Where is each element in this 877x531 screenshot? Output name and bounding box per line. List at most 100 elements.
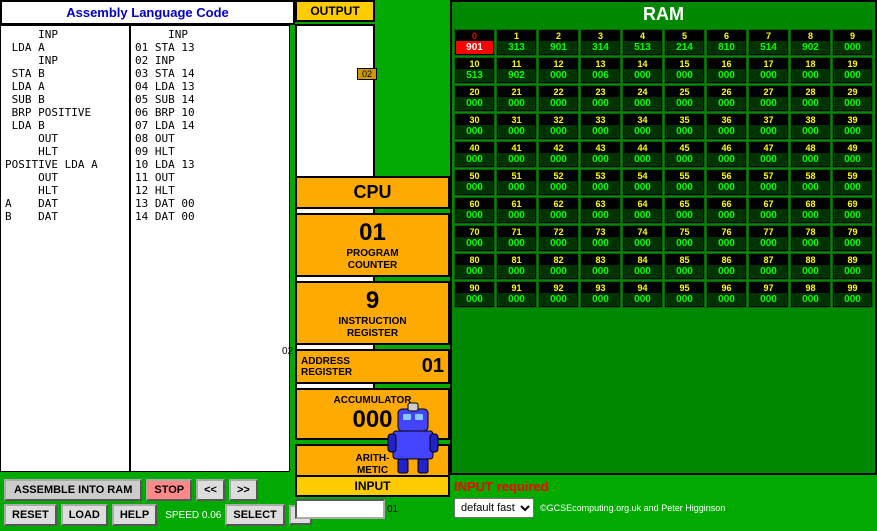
ram-cell-61[interactable]: 61000	[496, 197, 537, 224]
ram-cell-47[interactable]: 47000	[748, 141, 789, 168]
ram-cell-57[interactable]: 57000	[748, 169, 789, 196]
ram-cell-6[interactable]: 6810	[706, 29, 747, 56]
ram-cell-18[interactable]: 18000	[790, 57, 831, 84]
ram-cell-97[interactable]: 97000	[748, 281, 789, 308]
ram-cell-94[interactable]: 94000	[622, 281, 663, 308]
ram-cell-37[interactable]: 37000	[748, 113, 789, 140]
ram-cell-39[interactable]: 39000	[832, 113, 873, 140]
ram-cell-66[interactable]: 66000	[706, 197, 747, 224]
ram-cell-34[interactable]: 34000	[622, 113, 663, 140]
ram-cell-12[interactable]: 12000	[538, 57, 579, 84]
ram-cell-83[interactable]: 83000	[580, 253, 621, 280]
ram-cell-86[interactable]: 86000	[706, 253, 747, 280]
ram-cell-16[interactable]: 16000	[706, 57, 747, 84]
ram-cell-48[interactable]: 48000	[790, 141, 831, 168]
select-button[interactable]: SELECT	[225, 504, 284, 526]
ram-cell-55[interactable]: 55000	[664, 169, 705, 196]
ram-cell-26[interactable]: 26000	[706, 85, 747, 112]
ram-cell-95[interactable]: 95000	[664, 281, 705, 308]
assemble-button[interactable]: ASSEMBLE INTO RAM	[4, 479, 142, 501]
ram-cell-53[interactable]: 53000	[580, 169, 621, 196]
ram-cell-0[interactable]: 0901	[454, 29, 495, 56]
stop-button[interactable]: STOP	[146, 479, 192, 501]
reset-button[interactable]: RESET	[4, 504, 57, 526]
ram-cell-30[interactable]: 30000	[454, 113, 495, 140]
ram-cell-14[interactable]: 14000	[622, 57, 663, 84]
ram-cell-29[interactable]: 29000	[832, 85, 873, 112]
ram-cell-81[interactable]: 81000	[496, 253, 537, 280]
ram-cell-21[interactable]: 21000	[496, 85, 537, 112]
ram-cell-1[interactable]: 1313	[496, 29, 537, 56]
load-button[interactable]: LOAD	[61, 504, 108, 526]
ram-cell-69[interactable]: 69000	[832, 197, 873, 224]
ram-cell-11[interactable]: 11902	[496, 57, 537, 84]
speed-select[interactable]: default fastslowmediumfastvery fast	[454, 498, 534, 518]
ram-cell-9[interactable]: 9000	[832, 29, 873, 56]
ram-cell-46[interactable]: 46000	[706, 141, 747, 168]
ram-cell-32[interactable]: 32000	[538, 113, 579, 140]
ram-cell-44[interactable]: 44000	[622, 141, 663, 168]
ram-cell-38[interactable]: 38000	[790, 113, 831, 140]
ram-cell-2[interactable]: 2901	[538, 29, 579, 56]
ram-cell-85[interactable]: 85000	[664, 253, 705, 280]
ram-cell-74[interactable]: 74000	[622, 225, 663, 252]
ram-cell-93[interactable]: 93000	[580, 281, 621, 308]
ram-cell-64[interactable]: 64000	[622, 197, 663, 224]
assembly-right-code[interactable]: INP 01 STA 13 02 INP 03 STA 14 04 LDA 13…	[130, 25, 290, 472]
ram-cell-42[interactable]: 42000	[538, 141, 579, 168]
ram-cell-63[interactable]: 63000	[580, 197, 621, 224]
ram-cell-8[interactable]: 8902	[790, 29, 831, 56]
ram-cell-92[interactable]: 92000	[538, 281, 579, 308]
ram-cell-10[interactable]: 10513	[454, 57, 495, 84]
ram-cell-56[interactable]: 56000	[706, 169, 747, 196]
ram-cell-5[interactable]: 5214	[664, 29, 705, 56]
input-field[interactable]	[295, 499, 385, 519]
ram-cell-96[interactable]: 96000	[706, 281, 747, 308]
ram-cell-76[interactable]: 76000	[706, 225, 747, 252]
ram-cell-87[interactable]: 87000	[748, 253, 789, 280]
ram-cell-4[interactable]: 4513	[622, 29, 663, 56]
ram-cell-13[interactable]: 13006	[580, 57, 621, 84]
ram-cell-72[interactable]: 72000	[538, 225, 579, 252]
ram-cell-54[interactable]: 54000	[622, 169, 663, 196]
ram-cell-89[interactable]: 89000	[832, 253, 873, 280]
ram-cell-43[interactable]: 43000	[580, 141, 621, 168]
ram-cell-35[interactable]: 35000	[664, 113, 705, 140]
ram-cell-31[interactable]: 31000	[496, 113, 537, 140]
ram-cell-40[interactable]: 40000	[454, 141, 495, 168]
ram-cell-58[interactable]: 58000	[790, 169, 831, 196]
ram-cell-41[interactable]: 41000	[496, 141, 537, 168]
ram-cell-33[interactable]: 33000	[580, 113, 621, 140]
ram-cell-27[interactable]: 27000	[748, 85, 789, 112]
ram-cell-49[interactable]: 49000	[832, 141, 873, 168]
ram-cell-20[interactable]: 20000	[454, 85, 495, 112]
ram-cell-70[interactable]: 70000	[454, 225, 495, 252]
ram-cell-50[interactable]: 50000	[454, 169, 495, 196]
forward-button[interactable]: >>	[229, 479, 258, 501]
ram-cell-36[interactable]: 36000	[706, 113, 747, 140]
ram-cell-60[interactable]: 60000	[454, 197, 495, 224]
ram-cell-24[interactable]: 24000	[622, 85, 663, 112]
ram-cell-82[interactable]: 82000	[538, 253, 579, 280]
ram-cell-79[interactable]: 79000	[832, 225, 873, 252]
assembly-left-code[interactable]: INP LDA A INP STA B LDA A SUB B BRP POSI…	[0, 25, 130, 472]
ram-cell-91[interactable]: 91000	[496, 281, 537, 308]
ram-cell-78[interactable]: 78000	[790, 225, 831, 252]
ram-cell-25[interactable]: 25000	[664, 85, 705, 112]
ram-cell-59[interactable]: 59000	[832, 169, 873, 196]
ram-cell-51[interactable]: 51000	[496, 169, 537, 196]
ram-cell-77[interactable]: 77000	[748, 225, 789, 252]
ram-cell-68[interactable]: 68000	[790, 197, 831, 224]
back-button[interactable]: <<	[196, 479, 225, 501]
ram-cell-99[interactable]: 99000	[832, 281, 873, 308]
ram-cell-80[interactable]: 80000	[454, 253, 495, 280]
ram-cell-98[interactable]: 98000	[790, 281, 831, 308]
help-button[interactable]: HELP	[112, 504, 157, 526]
ram-cell-23[interactable]: 23000	[580, 85, 621, 112]
ram-cell-52[interactable]: 52000	[538, 169, 579, 196]
ram-cell-19[interactable]: 19000	[832, 57, 873, 84]
ram-cell-84[interactable]: 84000	[622, 253, 663, 280]
ram-cell-65[interactable]: 65000	[664, 197, 705, 224]
ram-cell-73[interactable]: 73000	[580, 225, 621, 252]
ram-cell-67[interactable]: 67000	[748, 197, 789, 224]
